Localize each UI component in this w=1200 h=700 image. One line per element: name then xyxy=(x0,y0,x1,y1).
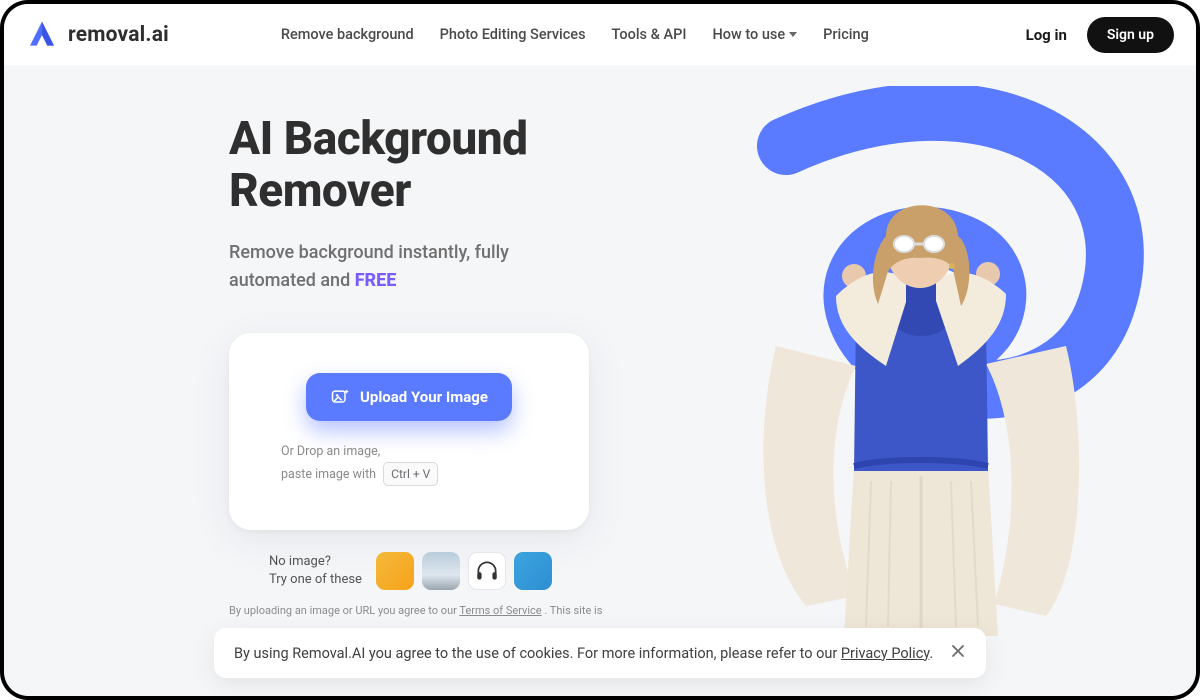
samples-line2: Try one of these xyxy=(269,571,362,589)
sample-thumbs xyxy=(376,552,552,590)
hero: AI Background Remover Remove background … xyxy=(4,66,1196,696)
samples-line1: No image? xyxy=(269,553,362,571)
hero-subtitle-free: FREE xyxy=(355,270,397,291)
nav-photo-editing[interactable]: Photo Editing Services xyxy=(440,26,586,43)
signup-button[interactable]: Sign up xyxy=(1087,17,1174,53)
brand-name: removal.ai xyxy=(68,23,169,47)
nav-tools-api[interactable]: Tools & API xyxy=(612,26,687,43)
sample-thumb-1[interactable] xyxy=(376,552,414,590)
chevron-down-icon xyxy=(789,32,797,37)
cookie-text: By using Removal.AI you agree to the use… xyxy=(234,645,933,662)
cookie-banner: By using Removal.AI you agree to the use… xyxy=(214,628,986,678)
hero-subtitle: Remove background instantly, fully autom… xyxy=(229,239,589,295)
hero-person-image xyxy=(736,166,1106,636)
upload-hint: Or Drop an image, paste image with Ctrl … xyxy=(259,443,559,486)
upload-hint-line2-text: paste image with xyxy=(281,467,376,482)
upload-button[interactable]: Upload Your Image xyxy=(306,373,512,421)
nav-links: Remove background Photo Editing Services… xyxy=(281,26,869,43)
legal-suffix: . This site is xyxy=(542,604,603,617)
samples-text: No image? Try one of these xyxy=(269,553,362,588)
upload-button-label: Upload Your Image xyxy=(360,388,488,406)
legal-prefix: By uploading an image or URL you agree t… xyxy=(229,604,459,617)
privacy-policy-link[interactable]: Privacy Policy xyxy=(841,645,930,662)
sample-thumb-4[interactable] xyxy=(514,552,552,590)
nav-pricing[interactable]: Pricing xyxy=(823,26,869,43)
hero-illustration xyxy=(686,86,1156,646)
nav-how-to-use-label: How to use xyxy=(712,26,785,43)
nav-how-to-use[interactable]: How to use xyxy=(712,26,797,43)
sample-thumb-2[interactable] xyxy=(422,552,460,590)
login-link[interactable]: Log in xyxy=(1026,26,1067,44)
cookie-text-suffix: . xyxy=(929,645,933,662)
close-icon xyxy=(950,643,966,659)
upload-hint-line1: Or Drop an image, xyxy=(281,443,559,462)
kbd-shortcut: Ctrl + V xyxy=(383,462,438,486)
headphones-icon xyxy=(469,553,505,589)
nav-remove-background[interactable]: Remove background xyxy=(281,26,414,43)
brand-logo-icon xyxy=(26,19,58,51)
brand[interactable]: removal.ai xyxy=(26,19,169,51)
top-nav: removal.ai Remove background Photo Editi… xyxy=(4,4,1196,66)
upload-card: Upload Your Image Or Drop an image, past… xyxy=(229,333,589,530)
cookie-text-prefix: By using Removal.AI you agree to the use… xyxy=(234,645,841,662)
image-upload-icon xyxy=(330,387,350,407)
cookie-close-button[interactable] xyxy=(950,643,966,663)
sample-thumb-3[interactable] xyxy=(468,552,506,590)
nav-right: Log in Sign up xyxy=(1026,17,1174,53)
upload-hint-line2: paste image with Ctrl + V xyxy=(281,462,559,486)
tos-link[interactable]: Terms of Service xyxy=(459,604,541,617)
